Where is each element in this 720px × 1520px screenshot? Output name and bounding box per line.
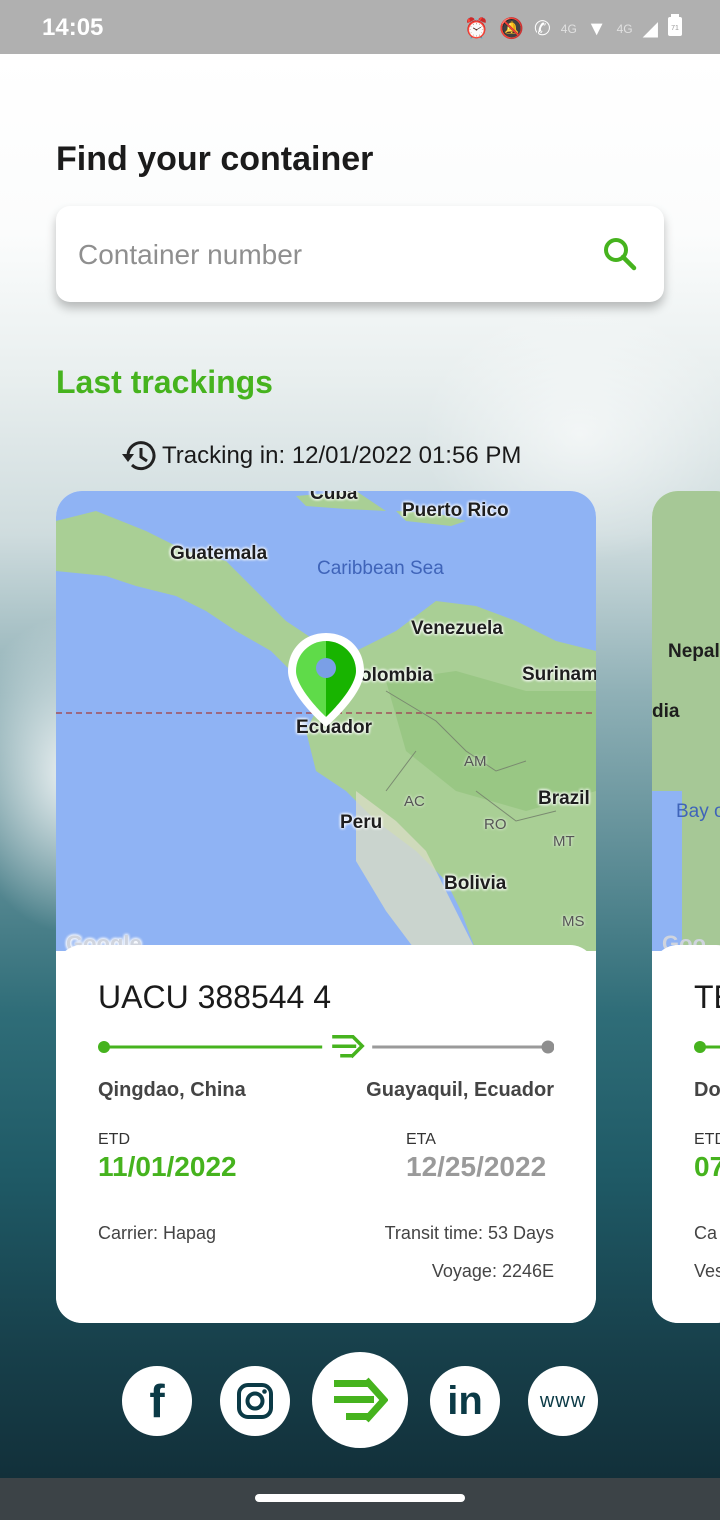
map-label-bay: Bay o — [676, 801, 720, 822]
map-label-cuba: Cuba — [310, 491, 358, 504]
alarm-icon: ⏰ — [464, 17, 490, 40]
next-route-progress — [694, 1035, 720, 1059]
vessel-position-icon — [332, 1035, 365, 1059]
location-pin-icon[interactable] — [286, 631, 366, 729]
route-progress — [98, 1035, 554, 1059]
carrier-text: Carrier: Hapag — [98, 1223, 217, 1243]
map-label-venezuela: Venezuela — [411, 618, 503, 639]
map-label-brazil: Brazil — [538, 788, 590, 809]
map-label-dia: dia — [652, 701, 680, 722]
history-icon — [122, 441, 156, 471]
map-label-ac: AC — [404, 793, 425, 810]
etd-date: 11/01/2022 — [98, 1151, 237, 1182]
status-time: 14:05 — [42, 14, 104, 41]
etd-label: ETD — [98, 1131, 130, 1148]
next-carrier: Ca — [694, 1223, 718, 1243]
volte-icon: ✆ — [534, 17, 551, 40]
next-etd: 07 — [694, 1151, 720, 1182]
transit-time-text: Transit time: 53 Days — [384, 1223, 554, 1243]
tracking-in-row: Tracking in: 12/01/2022 01:56 PM — [120, 436, 521, 476]
facebook-icon: f — [149, 1375, 165, 1427]
www-icon: www — [539, 1389, 587, 1412]
map-label-ro: RO — [484, 816, 507, 833]
home-logo-button[interactable] — [312, 1352, 408, 1448]
container-id: UACU 388544 4 — [98, 979, 332, 1015]
tracking-map[interactable]: Cuba Puerto Rico Guatemala Caribbean Sea… — [56, 491, 596, 951]
map-label-caribbean-sea: Caribbean Sea — [317, 558, 444, 579]
voyage-text: Voyage: 2246E — [431, 1261, 554, 1281]
origin-city: Qingdao, China — [98, 1079, 246, 1101]
instagram-button[interactable] — [220, 1366, 290, 1436]
next-etd-label: ETD — [694, 1131, 720, 1148]
battery-icon: 71 — [668, 14, 682, 43]
map-label-colombia: olombia — [360, 665, 433, 686]
network-label-2: 4G — [616, 21, 633, 36]
website-button[interactable]: www — [528, 1366, 598, 1436]
signal-icon: ◢ — [642, 17, 658, 40]
facebook-button[interactable]: f — [122, 1366, 192, 1436]
map-label-mt: MT — [553, 833, 575, 850]
network-label: 4G — [560, 21, 577, 36]
instagram-icon — [237, 1383, 273, 1419]
tracking-card[interactable]: Cuba Puerto Rico Guatemala Caribbean Sea… — [56, 491, 596, 1323]
mute-icon: 🔕 — [499, 17, 525, 40]
map-label-am: AM — [464, 753, 487, 770]
map-label-guatemala: Guatemala — [170, 543, 268, 564]
tracking-info: UACU 388544 4 Qingdao, China Guayaquil, … — [56, 945, 596, 1323]
page-title: Find your container — [56, 140, 374, 178]
destination-dot — [541, 1040, 554, 1054]
eta-label: ETA — [406, 1131, 436, 1148]
next-tracking-map: Nepal dia Bay o Goo — [652, 491, 720, 956]
tracking-in-label: Tracking in: 12/01/2022 01:56 PM — [162, 442, 522, 469]
destination-city: Guayaquil, Ecuador — [366, 1079, 554, 1101]
status-bar: 14:05 ⏰ 🔕 ✆ 4G ▼ 4G ◢ 71 — [0, 0, 720, 54]
map-label-puerto-rico: Puerto Rico — [402, 500, 509, 521]
search-box — [56, 206, 664, 302]
last-trackings-heading: Last trackings — [56, 364, 273, 400]
home-gesture-handle[interactable] — [255, 1494, 465, 1502]
next-voyage: Ves — [694, 1261, 720, 1281]
linkedin-button[interactable]: in — [430, 1366, 500, 1436]
next-origin: Do — [694, 1079, 720, 1101]
map-label-bolivia: Bolivia — [444, 873, 507, 894]
container-number-input[interactable] — [76, 228, 580, 282]
next-container-id: TE — [694, 979, 720, 1015]
system-navigation-bar — [0, 1478, 720, 1520]
svg-text:71: 71 — [671, 25, 679, 32]
map-label-nepal: Nepal — [668, 641, 720, 662]
linkedin-icon: in — [447, 1379, 483, 1423]
map-label-ms: MS — [562, 913, 585, 930]
next-tracking-info: TE Do ETD 07 Ca Ves — [652, 945, 720, 1323]
wifi-icon: ▼ — [586, 17, 607, 40]
brand-logo-icon — [334, 1377, 388, 1423]
next-tracking-card[interactable]: Nepal dia Bay o Goo TE Do ETD 07 Ca Ves — [652, 491, 720, 1323]
origin-dot — [98, 1041, 110, 1053]
map-label-surinam: Surinam — [522, 664, 596, 685]
map-label-peru: Peru — [340, 812, 383, 833]
eta-date: 12/25/2022 — [406, 1151, 547, 1182]
search-icon[interactable] — [602, 236, 638, 272]
